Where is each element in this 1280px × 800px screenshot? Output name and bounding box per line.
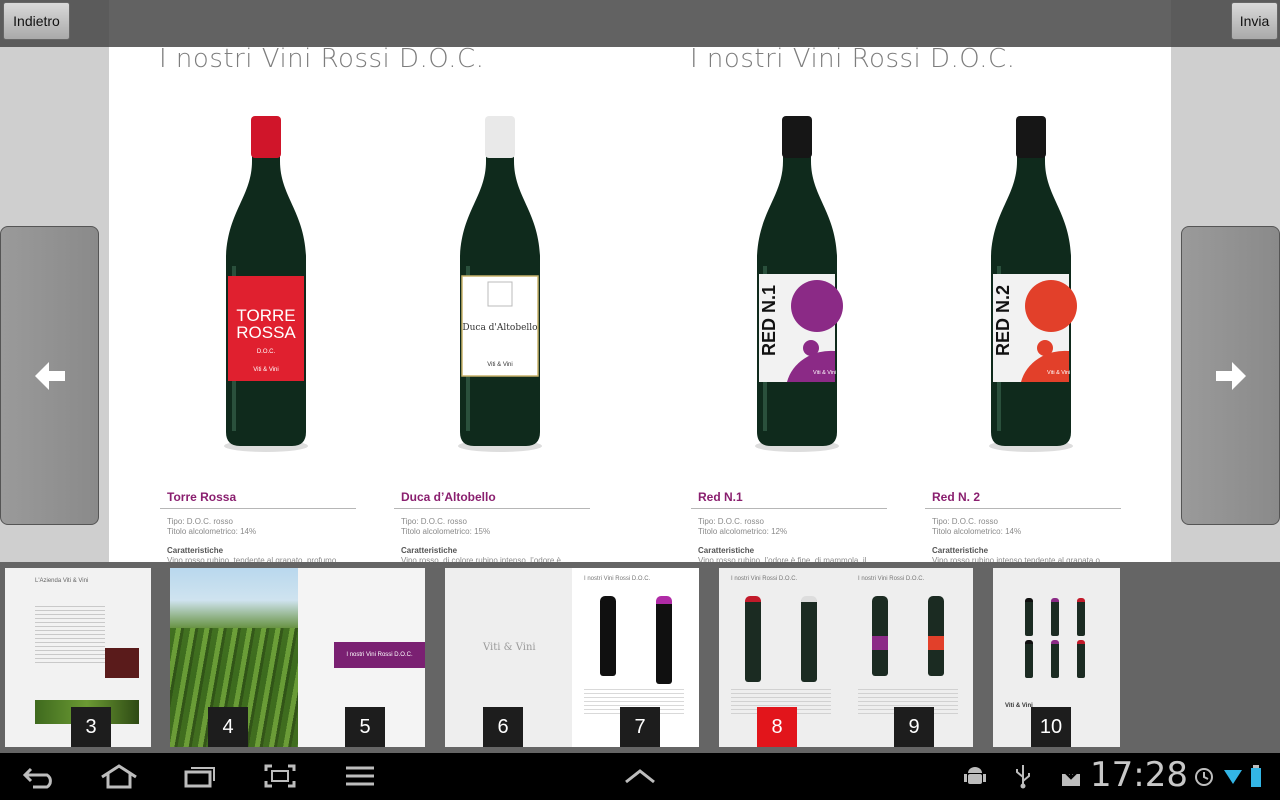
wine-type: Tipo: D.O.C. rosso — [167, 517, 233, 526]
usb-icon — [1012, 760, 1034, 792]
bottle-label-text: RED N.2 — [993, 285, 1013, 356]
download-icon — [1058, 760, 1084, 792]
wine-alcohol: Titolo alcolometrico: 12% — [698, 527, 788, 536]
bottle-label-text: Duca d'Altobello — [462, 323, 537, 333]
thumb-bottle — [1077, 640, 1085, 678]
bottle-label-brand: Viti & Vini — [1047, 370, 1070, 376]
thumb-title: L'Azienda Viti & Vini — [35, 578, 89, 584]
wine-type: Tipo: D.O.C. rosso — [401, 517, 467, 526]
divider — [925, 508, 1121, 509]
magazine-spread: I nostri Vini Rossi D.O.C. I nostri Vini… — [109, 0, 1171, 562]
bottle-label-brand: Viti & Vini — [487, 362, 512, 368]
thumb-bottle — [745, 596, 761, 682]
thumb-bottle — [1077, 598, 1085, 636]
thumb-text-block — [35, 603, 105, 663]
divider — [394, 508, 590, 509]
page-number-badge[interactable]: 6 — [483, 707, 523, 747]
wine-bottle-1: TORRE ROSSA D.O.C. Viti & Vini — [224, 116, 308, 452]
thumb-bottle — [656, 596, 672, 684]
wine-name: Red N. 2 — [932, 490, 981, 504]
thumb-bottle — [1051, 598, 1059, 636]
thumb-title: I nostri Vini Rossi D.O.C. — [584, 576, 651, 582]
thumb-bottle — [1051, 640, 1059, 678]
wine-alcohol: Titolo alcolometrico: 14% — [932, 527, 1022, 536]
wine-features-heading: Caratteristiche — [698, 546, 755, 555]
page-number-badge[interactable]: 7 — [620, 707, 660, 747]
thumb-bottle — [872, 596, 888, 676]
bottle-label-text: D.O.C. — [257, 349, 276, 355]
wine-alcohol: Titolo alcolometrico: 14% — [167, 527, 257, 536]
bottle-label-brand: Viti & Vini — [813, 370, 836, 376]
page-number-badge[interactable]: 8 — [757, 707, 797, 747]
page-number-badge[interactable]: 4 — [208, 707, 248, 747]
divider — [160, 508, 356, 509]
send-button[interactable]: Invia — [1231, 2, 1278, 40]
page-number-badge[interactable]: 3 — [71, 707, 111, 747]
arrow-right-icon — [1215, 361, 1246, 390]
left-page-title: I nostri Vini Rossi D.O.C. — [159, 44, 485, 74]
wifi-icon — [1222, 760, 1244, 792]
wine-name: Red N.1 — [698, 490, 743, 504]
thumb-bottle — [1025, 598, 1033, 636]
bottle-label-brand: Viti & Vini — [253, 367, 278, 373]
page-number-badge[interactable]: 10 — [1031, 707, 1071, 747]
menu-icon[interactable] — [344, 760, 376, 792]
thumb-banner: I nostri Vini Rossi D.O.C. — [334, 642, 425, 668]
right-page-title: I nostri Vini Rossi D.O.C. — [690, 44, 1016, 74]
thumb-bottle — [600, 596, 616, 676]
wine-alcohol: Titolo alcolometrico: 15% — [401, 527, 491, 536]
wine-type: Tipo: D.O.C. rosso — [932, 517, 998, 526]
back-icon[interactable] — [22, 760, 58, 792]
wine-bottle-4: RED N.2 Viti & Vini — [989, 116, 1077, 452]
page-number-badge[interactable]: 5 — [345, 707, 385, 747]
thumb-logo: Viti & Vini — [483, 642, 536, 653]
arrow-left-icon — [34, 361, 65, 390]
next-page-button[interactable] — [1181, 226, 1280, 525]
wine-features-heading: Caratteristiche — [401, 546, 458, 555]
wine-features-heading: Caratteristiche — [932, 546, 989, 555]
wine-type: Tipo: D.O.C. rosso — [698, 517, 764, 526]
wine-features-heading: Caratteristiche — [167, 546, 224, 555]
previous-page-button[interactable] — [0, 226, 99, 525]
chevron-up-icon[interactable] — [622, 760, 658, 792]
bottle-label-text: ROSSA — [236, 323, 296, 342]
thumb-title: I nostri Vini Rossi D.O.C. — [858, 576, 925, 582]
wine-bottle-2: Duca d'Altobello Viti & Vini — [458, 116, 542, 452]
thumb-image — [105, 648, 139, 678]
home-icon[interactable] — [98, 760, 140, 792]
thumb-title: I nostri Vini Rossi D.O.C. — [731, 576, 798, 582]
thumb-bottle — [928, 596, 944, 676]
page-number-badge[interactable]: 9 — [894, 707, 934, 747]
wine-bottle-3: RED N.1 Viti & Vini — [755, 116, 843, 452]
battery-icon — [1248, 760, 1264, 792]
back-button[interactable]: Indietro — [3, 2, 70, 40]
wine-name: Duca d’Altobello — [401, 490, 496, 504]
status-clock: 17:28 — [1090, 755, 1188, 795]
recent-apps-icon[interactable] — [182, 760, 218, 792]
screenshot-icon[interactable] — [262, 760, 298, 792]
thumb-logo: Viti & Vini — [1005, 703, 1033, 709]
divider — [691, 508, 887, 509]
thumb-bottle — [801, 596, 817, 682]
wine-name: Torre Rossa — [167, 490, 237, 504]
alarm-icon — [1192, 760, 1216, 792]
top-toolbar — [0, 0, 1280, 47]
bottle-label-text: RED N.1 — [759, 285, 779, 356]
thumb-bottle — [1025, 640, 1033, 678]
android-icon — [962, 760, 988, 792]
